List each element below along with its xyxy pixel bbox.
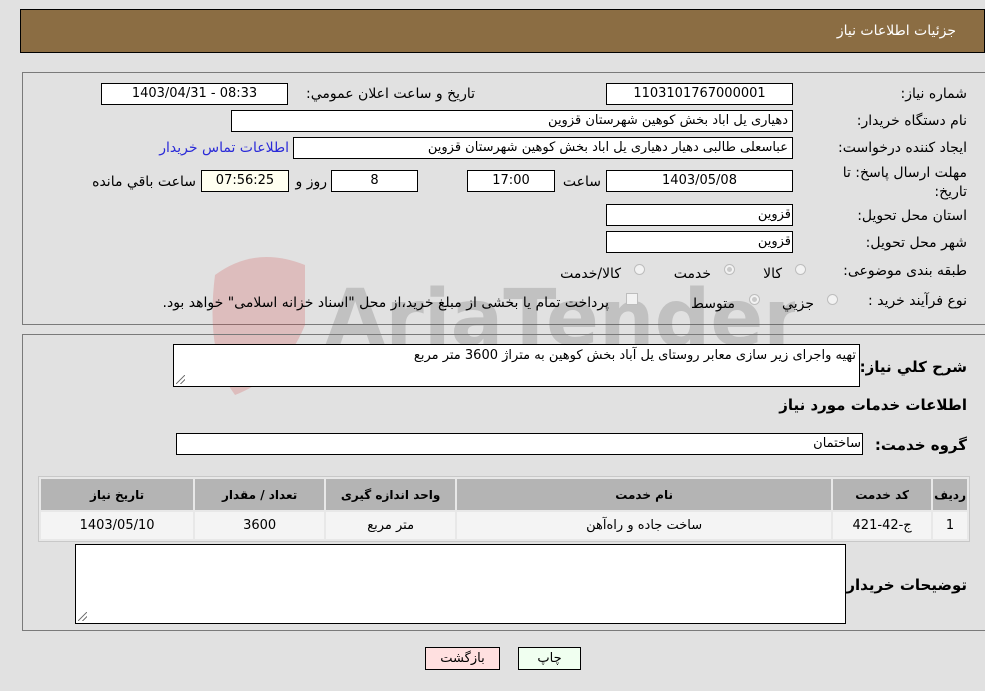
category-option-goods-service: کالا/خدمت <box>560 266 621 282</box>
province-label: استان محل تحویل: <box>857 208 967 224</box>
service-group-field[interactable]: ساختمان <box>176 433 863 455</box>
category-radio-goods[interactable] <box>795 264 806 275</box>
category-label: طبقه بندی موضوعی: <box>843 263 967 279</box>
back-button[interactable]: بازگشت <box>425 647 500 670</box>
category-option-goods: کالا <box>763 266 782 282</box>
remaining-days-label: روز و <box>295 174 328 190</box>
buyer-org-field[interactable]: دهیاری یل اباد بخش کوهین شهرستان قزوین <box>231 110 793 132</box>
deadline-label: مهلت ارسال پاسخ: تا تاریخ: <box>842 165 967 200</box>
city-field[interactable]: قزوین <box>606 231 793 253</box>
treasury-checkbox[interactable] <box>626 293 638 305</box>
column-header-unit: واحد اندازه گیری <box>324 477 458 512</box>
need-number-label: شماره نیاز: <box>900 86 968 102</box>
column-header-quantity: تعداد / مقدار <box>193 477 327 512</box>
cell-unit: متر مربع <box>324 510 458 541</box>
buyer-contact-link[interactable]: اطلاعات تماس خریدار <box>159 140 289 156</box>
purchase-type-radio-minor[interactable] <box>827 294 838 305</box>
buyer-notes-label: توضیحات خریدار: <box>840 576 967 594</box>
page-title: جزئیات اطلاعات نیاز <box>836 23 956 39</box>
treasury-note: پرداخت تمام یا بخشی از مبلغ خرید،از محل … <box>162 295 609 311</box>
services-table-wrapper: ردیف کد خدمت نام خدمت واحد اندازه گیری ت… <box>38 476 970 542</box>
announce-datetime-field[interactable]: 1403/04/31 - 08:33 <box>101 83 288 105</box>
deadline-time-field[interactable]: 17:00 <box>467 170 555 192</box>
services-section-title: اطلاعات خدمات مورد نیاز <box>779 396 967 414</box>
page-header: جزئیات اطلاعات نیاز <box>20 9 985 53</box>
remaining-time-label: ساعت باقي مانده <box>92 174 196 190</box>
purchase-type-radio-medium[interactable] <box>749 294 760 305</box>
buyer-org-label: نام دستگاه خریدار: <box>856 113 967 129</box>
buyer-notes-textarea[interactable] <box>75 544 846 624</box>
announce-datetime-label: تاریخ و ساعت اعلان عمومي: <box>306 86 475 102</box>
cell-need-date: 1403/05/10 <box>38 510 196 541</box>
remaining-time-field: 07:56:25 <box>201 170 289 192</box>
column-header-row-number: ردیف <box>931 477 969 512</box>
cell-service-code: ج-42-421 <box>831 510 934 541</box>
purchase-type-option-minor: جزيي <box>782 296 814 312</box>
city-label: شهر محل تحویل: <box>865 235 967 251</box>
province-field[interactable]: قزوین <box>606 204 793 226</box>
column-header-need-date: تاریخ نیاز <box>38 477 196 512</box>
cell-service-name: ساخت جاده و راه‌آهن <box>455 510 834 541</box>
need-number-field[interactable]: 1103101767000001 <box>606 83 793 105</box>
services-table: ردیف کد خدمت نام خدمت واحد اندازه گیری ت… <box>38 477 969 541</box>
cell-row-number: 1 <box>931 510 969 541</box>
description-label: شرح کلي نیاز: <box>859 358 967 376</box>
description-textarea[interactable]: تهیه واجرای زیر سازی معابر روستای یل آبا… <box>173 344 860 387</box>
category-radio-service[interactable] <box>724 264 735 275</box>
deadline-time-label: ساعت <box>562 174 601 190</box>
deadline-date-field[interactable]: 1403/05/08 <box>606 170 793 192</box>
category-radio-goods-service[interactable] <box>634 264 645 275</box>
service-group-label: گروه خدمت: <box>874 436 967 454</box>
resize-grip-icon[interactable] <box>176 375 185 384</box>
requester-field[interactable]: عباسعلی طالبی دهیار دهیاری یل اباد بخش ک… <box>293 137 793 159</box>
print-button[interactable]: چاپ <box>518 647 581 670</box>
table-header-row: ردیف کد خدمت نام خدمت واحد اندازه گیری ت… <box>38 477 969 512</box>
purchase-type-option-medium: متوسط <box>691 296 735 312</box>
requester-label: ایجاد کننده درخواست: <box>838 140 967 156</box>
column-header-service-name: نام خدمت <box>455 477 834 512</box>
category-option-service: خدمت <box>673 266 711 282</box>
table-row: 1 ج-42-421 ساخت جاده و راه‌آهن متر مربع … <box>38 510 969 541</box>
purchase-type-label: نوع فرآیند خرید : <box>868 293 967 309</box>
cell-quantity: 3600 <box>193 510 327 541</box>
description-text: تهیه واجرای زیر سازی معابر روستای یل آبا… <box>413 348 856 363</box>
resize-grip-icon[interactable] <box>78 612 87 621</box>
remaining-days-field[interactable]: 8 <box>331 170 418 192</box>
column-header-service-code: کد خدمت <box>831 477 934 512</box>
